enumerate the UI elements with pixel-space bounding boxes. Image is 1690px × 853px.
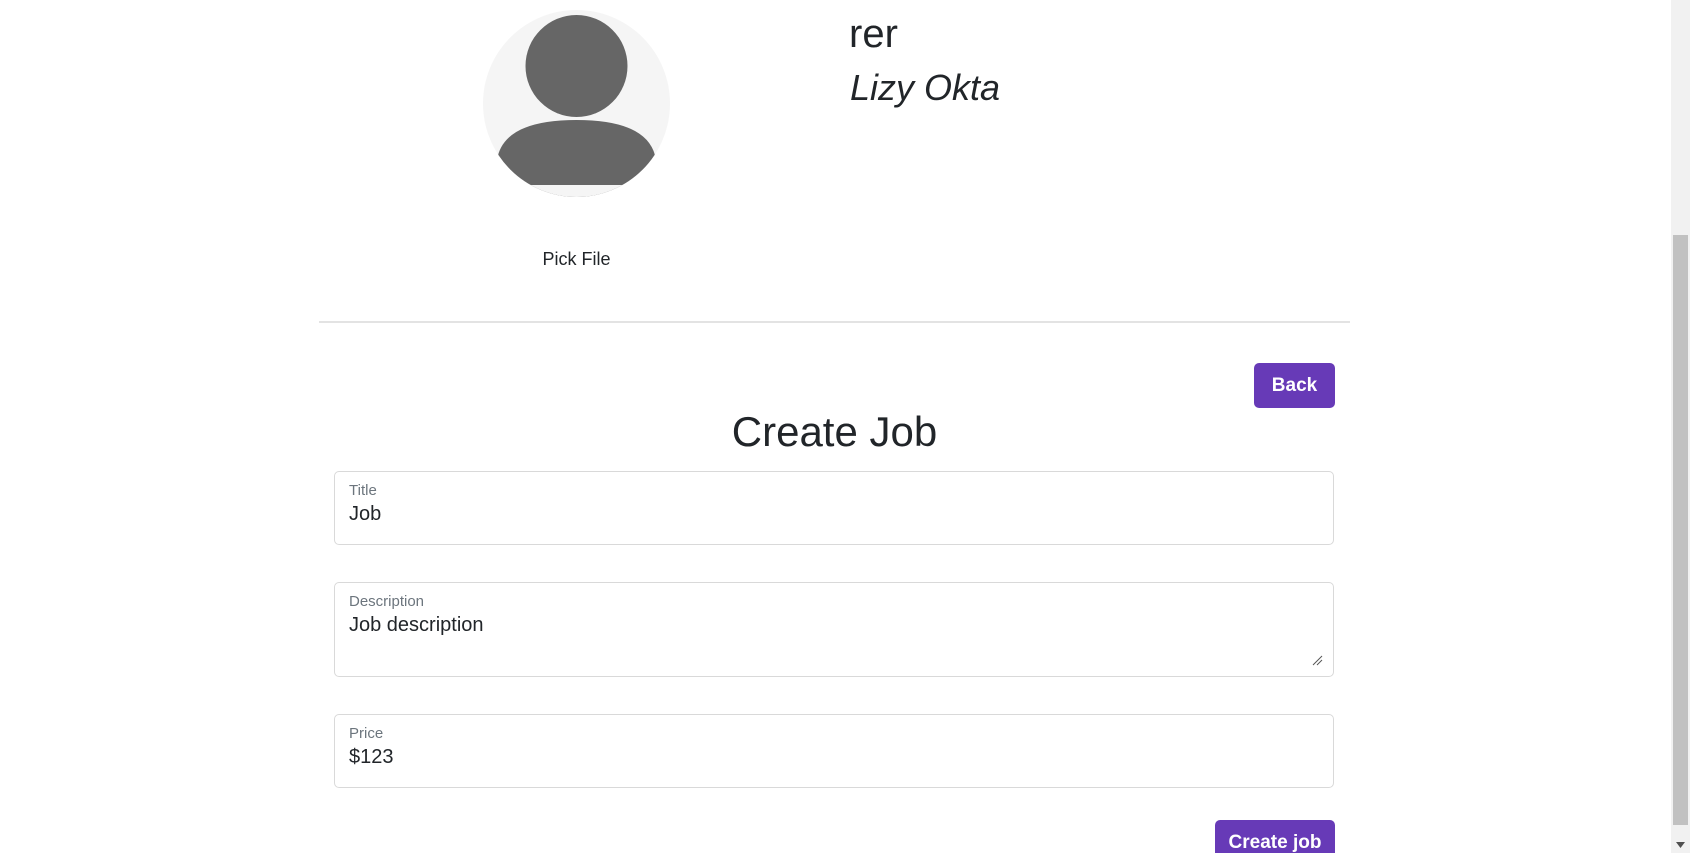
price-field-value[interactable]: $123: [349, 746, 394, 769]
scroll-down-arrow-icon[interactable]: [1671, 836, 1690, 853]
create-job-button[interactable]: Create job: [1215, 820, 1335, 853]
resize-grip-icon[interactable]: [1311, 654, 1323, 666]
pick-file-button[interactable]: Pick File: [483, 249, 670, 270]
back-button[interactable]: Back: [1254, 363, 1335, 408]
title-field[interactable]: Title Job: [334, 471, 1334, 545]
vertical-scrollbar[interactable]: [1671, 0, 1690, 853]
page: Pick File rer Lizy Okta Back Create Job …: [0, 0, 1690, 853]
scrollbar-thumb[interactable]: [1673, 235, 1688, 825]
profile-username: rer: [849, 12, 898, 56]
section-divider: [319, 321, 1350, 323]
description-field[interactable]: Description Job description: [334, 582, 1334, 677]
profile-full-name: Lizy Okta: [850, 67, 1001, 108]
description-field-value[interactable]: Job description: [349, 614, 484, 637]
price-field-label: Price: [349, 725, 384, 742]
title-field-value[interactable]: Job: [349, 503, 381, 526]
page-title: Create Job: [731, 408, 938, 455]
profile-avatar: [483, 10, 670, 197]
price-field[interactable]: Price $123: [334, 714, 1334, 788]
user-avatar-icon: [483, 15, 670, 197]
description-field-label: Description: [349, 593, 425, 610]
title-field-label: Title: [349, 482, 377, 499]
